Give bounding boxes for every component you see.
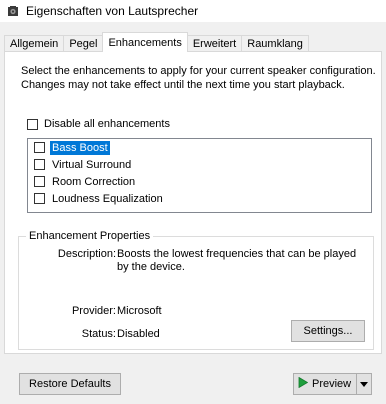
window-title: Eigenschaften von Lautsprecher: [26, 4, 199, 18]
restore-defaults-button[interactable]: Restore Defaults: [19, 373, 121, 395]
provider-label: Provider:: [71, 305, 116, 317]
checkbox-icon[interactable]: [27, 118, 38, 130]
tab-enhancements[interactable]: Enhancements: [102, 32, 188, 52]
description-label: Description:: [57, 248, 116, 260]
enhancement-item-virtual-surround[interactable]: Virtual Surround: [28, 156, 371, 173]
enhancement-item-bass-boost[interactable]: Bass Boost: [28, 139, 371, 156]
preview-dropdown-button[interactable]: [356, 374, 371, 394]
enhancement-item-room-correction[interactable]: Room Correction: [28, 173, 371, 190]
play-icon: [298, 376, 309, 391]
description-value: Boosts the lowest frequencies that can b…: [117, 248, 357, 273]
provider-value: Microsoft: [117, 305, 162, 317]
status-label: Status:: [81, 328, 116, 340]
status-value: Disabled: [117, 328, 160, 340]
preview-button[interactable]: Preview: [294, 374, 356, 394]
chevron-down-icon: [360, 378, 368, 390]
tab-raumklang[interactable]: Raumklang: [241, 35, 309, 52]
checkbox-icon[interactable]: [34, 142, 45, 153]
tab-strip: Allgemein Pegel Enhancements Erweitert R…: [4, 32, 309, 52]
preview-split-button[interactable]: Preview: [293, 373, 372, 395]
checkbox-icon[interactable]: [34, 193, 45, 204]
enhancement-label: Virtual Surround: [52, 158, 132, 171]
enhancement-item-loudness-equalization[interactable]: Loudness Equalization: [28, 190, 371, 207]
checkbox-icon[interactable]: [34, 176, 45, 187]
tab-pegel[interactable]: Pegel: [63, 35, 104, 52]
disable-all-checkbox[interactable]: Disable all enhancements: [27, 118, 170, 130]
settings-button[interactable]: Settings...: [291, 320, 365, 342]
speaker-icon: [7, 5, 19, 17]
disable-all-label: Disable all enhancements: [44, 118, 170, 130]
tab-erweitert[interactable]: Erweitert: [186, 35, 243, 52]
checkbox-icon[interactable]: [34, 159, 45, 170]
title-bar: Eigenschaften von Lautsprecher: [0, 0, 386, 22]
group-legend: Enhancement Properties: [26, 229, 154, 243]
enhancement-label: Room Correction: [52, 175, 136, 188]
enhancement-label: Bass Boost: [49, 139, 111, 156]
enhancement-list[interactable]: Bass Boost Virtual Surround Room Correct…: [27, 138, 372, 213]
tab-allgemein[interactable]: Allgemein: [4, 35, 65, 52]
intro-text: Select the enhancements to apply for you…: [21, 65, 376, 91]
preview-label: Preview: [312, 378, 352, 390]
enhancement-label: Loudness Equalization: [52, 192, 163, 205]
